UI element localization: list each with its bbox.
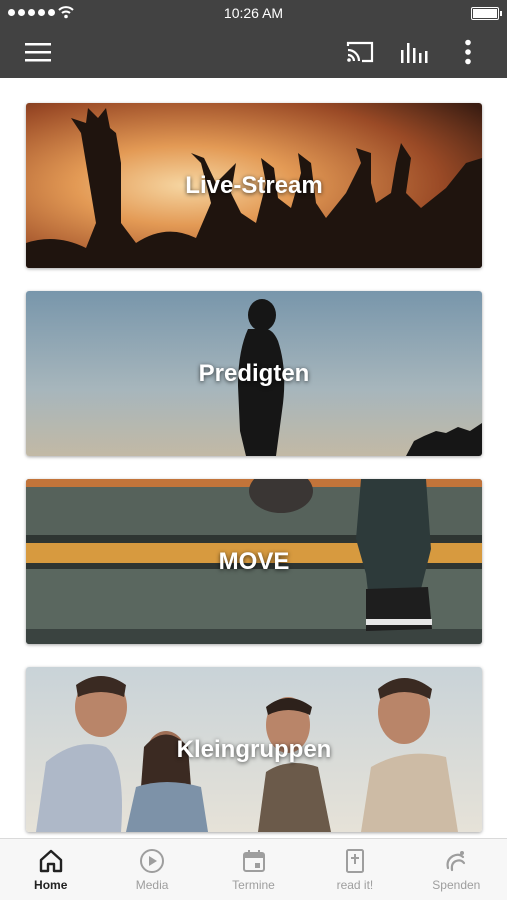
tab-label: Media: [135, 878, 169, 892]
status-time: 10:26 AM: [223, 5, 284, 21]
tab-read-it[interactable]: read it!: [304, 839, 405, 900]
cast-icon[interactable]: [342, 34, 378, 70]
card-kleingruppen[interactable]: Kleingruppen: [26, 667, 482, 832]
tab-termine[interactable]: Termine: [203, 839, 304, 900]
card-live-stream[interactable]: Live-Stream: [26, 103, 482, 268]
card-move[interactable]: MOVE: [26, 479, 482, 644]
tab-label: Spenden: [432, 878, 481, 892]
play-circle-icon: [138, 847, 166, 875]
battery-icon: [471, 7, 502, 20]
bottom-nav: Home Media Termine read it! Spenden: [0, 838, 507, 900]
tab-label: Termine: [232, 878, 275, 892]
app-bar: [0, 26, 507, 78]
status-bar: 10:26 AM: [0, 0, 507, 26]
menu-icon[interactable]: [20, 34, 56, 70]
donate-icon: [442, 847, 470, 875]
bible-icon: [341, 847, 369, 875]
tab-spenden[interactable]: Spenden: [406, 839, 507, 900]
card-predigten[interactable]: Predigten: [26, 291, 482, 456]
card-label: MOVE: [218, 547, 290, 575]
calendar-icon: [240, 847, 268, 875]
tab-media[interactable]: Media: [101, 839, 202, 900]
more-vert-icon[interactable]: [450, 34, 486, 70]
card-label: Kleingruppen: [176, 735, 332, 763]
home-icon: [37, 847, 65, 875]
tab-label: Home: [34, 878, 68, 892]
card-label: Live-Stream: [185, 171, 323, 199]
card-label: Predigten: [198, 359, 310, 387]
tab-label: read it!: [336, 878, 374, 892]
equalizer-icon[interactable]: [396, 34, 432, 70]
tab-home[interactable]: Home: [0, 839, 101, 900]
